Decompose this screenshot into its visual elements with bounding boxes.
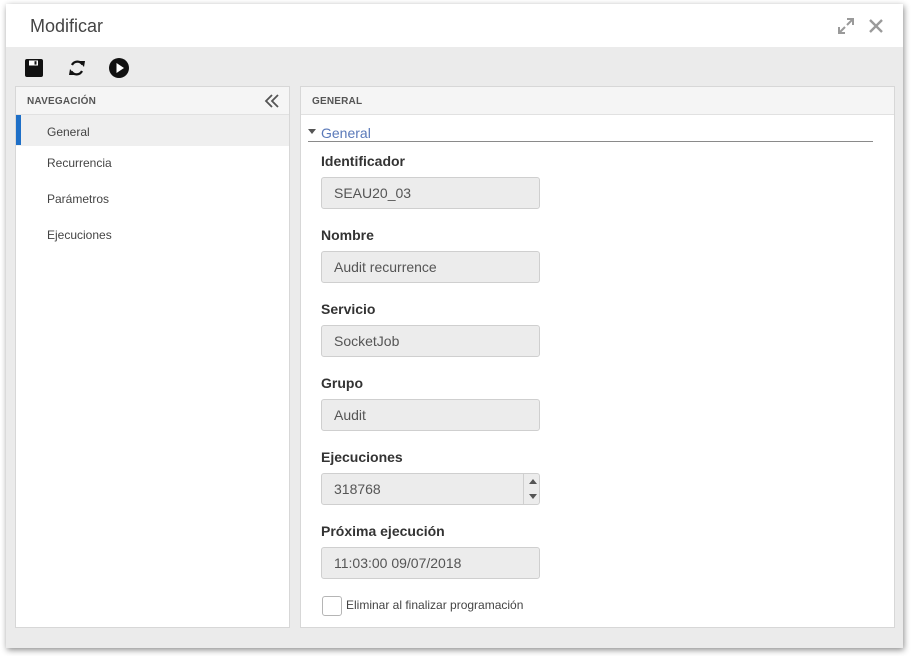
navigation-title: NAVEGACIÓN bbox=[27, 96, 97, 107]
general-header: GENERAL bbox=[301, 87, 894, 115]
play-icon[interactable] bbox=[108, 57, 130, 79]
refresh-icon[interactable] bbox=[66, 57, 88, 79]
eliminar-checkbox[interactable] bbox=[322, 596, 342, 616]
maximize-icon[interactable] bbox=[836, 16, 856, 36]
save-icon[interactable] bbox=[23, 57, 45, 79]
eliminar-checkbox-label: Eliminar al finalizar programación bbox=[346, 598, 524, 612]
close-icon[interactable] bbox=[866, 16, 886, 36]
nav-item-parametros[interactable]: Parámetros bbox=[16, 182, 289, 218]
nombre-field[interactable] bbox=[321, 251, 540, 283]
nav-item-label: General bbox=[47, 125, 90, 139]
identificador-field[interactable] bbox=[321, 177, 540, 209]
caret-up-icon bbox=[529, 479, 537, 484]
servicio-field[interactable] bbox=[321, 325, 540, 357]
general-title: GENERAL bbox=[312, 96, 363, 107]
general-panel: GENERAL General Identificador Nombre Ser… bbox=[300, 86, 895, 628]
toolbar bbox=[6, 47, 903, 89]
proxima-ejecucion-field[interactable] bbox=[321, 547, 540, 579]
ejecuciones-field[interactable] bbox=[321, 473, 540, 505]
dialog-title: Modificar bbox=[30, 16, 104, 36]
nav-item-label: Parámetros bbox=[47, 192, 110, 206]
caret-down-icon bbox=[529, 494, 537, 499]
nav-item-ejecuciones[interactable]: Ejecuciones bbox=[16, 218, 289, 254]
proxima-ejecucion-label: Próxima ejecución bbox=[321, 523, 445, 539]
navigation-header: NAVEGACIÓN bbox=[16, 87, 289, 115]
collapse-left-icon[interactable] bbox=[263, 92, 281, 110]
navigation-panel: NAVEGACIÓN General Recurrencia Parámetro… bbox=[15, 86, 290, 628]
ejecuciones-stepper bbox=[523, 473, 542, 505]
section-title: General bbox=[321, 125, 371, 141]
stepper-down-button[interactable] bbox=[524, 489, 542, 505]
ejecuciones-label: Ejecuciones bbox=[321, 449, 403, 465]
grupo-label: Grupo bbox=[321, 375, 363, 391]
nombre-label: Nombre bbox=[321, 227, 374, 243]
nav-item-general[interactable]: General bbox=[16, 115, 289, 146]
stepper-up-button[interactable] bbox=[524, 473, 542, 489]
nav-item-label: Recurrencia bbox=[47, 156, 112, 170]
caret-down-icon bbox=[308, 129, 316, 134]
modify-dialog: Modificar NAVEGACIÓN General Recurrencia… bbox=[6, 4, 903, 648]
nav-item-label: Ejecuciones bbox=[47, 228, 112, 242]
nav-item-recurrencia[interactable]: Recurrencia bbox=[16, 146, 289, 182]
section-general-toggle[interactable]: General bbox=[308, 124, 873, 142]
title-bar: Modificar bbox=[6, 4, 903, 47]
grupo-field[interactable] bbox=[321, 399, 540, 431]
servicio-label: Servicio bbox=[321, 301, 376, 317]
identificador-label: Identificador bbox=[321, 153, 406, 169]
